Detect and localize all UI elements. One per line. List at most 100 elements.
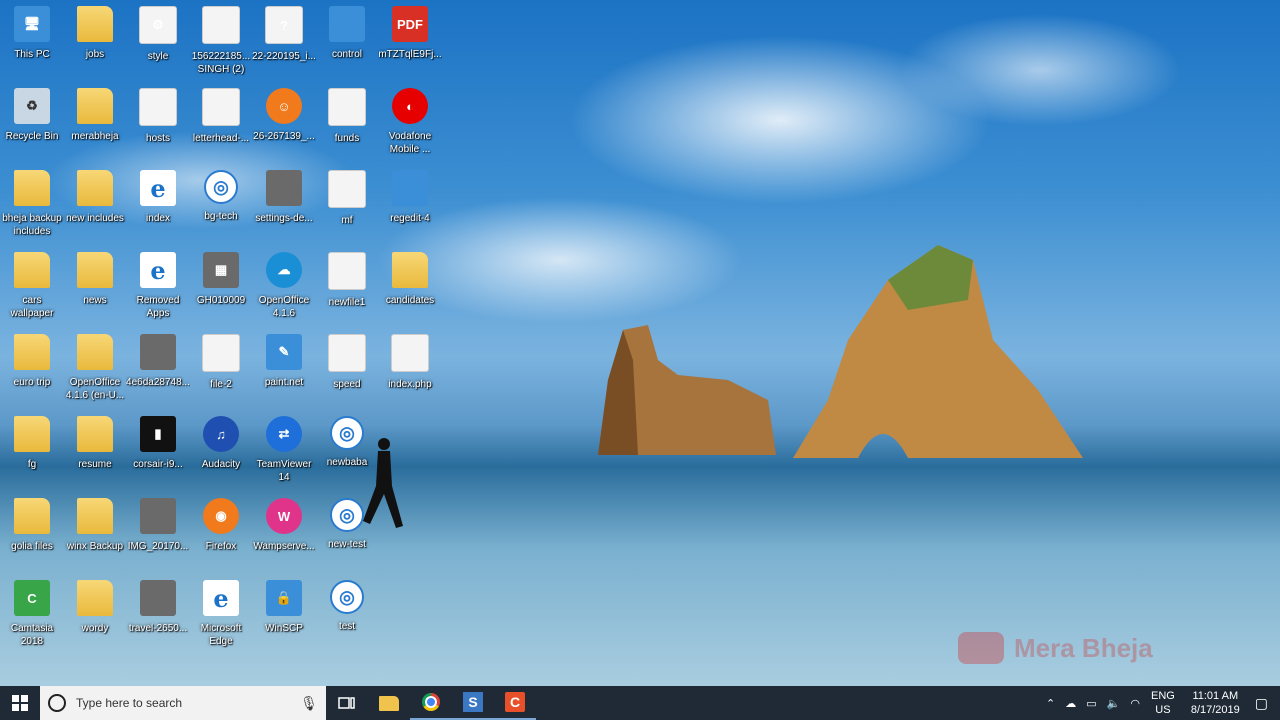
show-hidden-icons-icon[interactable]: ⌃ [1046,697,1055,710]
desktop-icon[interactable]: ◎ newbaba [315,412,379,494]
desktop-icon[interactable]: settings-de... [252,166,316,248]
bg-icon: ◎ [330,416,364,450]
desktop-icon[interactable]: ⚙ style [126,2,190,84]
desktop-icon[interactable]: e index [126,166,190,248]
desktop-icon-label: index [146,213,170,224]
desktop-icon-label: winx Backup [66,541,124,552]
language-indicator[interactable]: ENG US [1151,689,1175,717]
wifi-icon[interactable]: ◠ [1130,697,1140,710]
desktop-icon[interactable]: 4e6da28748... [126,330,190,412]
desktop-icon[interactable]: jobs [63,2,127,84]
desktop-icon[interactable]: funds [315,84,379,166]
folder-icon [14,498,50,534]
desktop-icon[interactable]: ◎ new-test [315,494,379,576]
desktop-icon[interactable]: control [315,2,379,84]
desktop-icon[interactable]: newfile1 [315,248,379,330]
desktop-icon[interactable]: cars wallpaper [0,248,64,330]
task-view-button[interactable] [326,686,368,720]
desktop-icon-label: cars wallpaper [10,295,54,319]
desktop-icon[interactable]: letterhead-... [189,84,253,166]
desktop-icon[interactable]: index.php [378,330,442,412]
desktop-icon-label: Firefox [205,541,237,552]
desktop-icon[interactable]: speed [315,330,379,412]
ie-icon: e [203,580,239,616]
rock-right [793,245,1083,458]
windows-icon [12,695,28,711]
onedrive-icon[interactable]: ☁ [1065,697,1076,710]
desktop-icon[interactable]: ? 22-220195_i... [252,2,316,84]
desktop-icon[interactable]: W Wampserve... [252,494,316,576]
desktop-icon[interactable]: ✎ paint.net [252,330,316,412]
desktop-icon[interactable]: hosts [126,84,190,166]
desktop-icon[interactable]: C Camtasia 2018 [0,576,64,658]
desktop-icon[interactable]: IMG_20170... [126,494,190,576]
tv-icon: ⇄ [266,416,302,452]
desktop-icon[interactable]: 🖥 This PC [0,2,64,84]
desktop-icon[interactable]: news [63,248,127,330]
desktop-icon-label: paint.net [264,377,304,388]
desktop-icon[interactable]: 🔒 WinSCP [252,576,316,658]
desktop-icon[interactable]: ⇄ TeamViewer 14 [252,412,316,494]
desktop-icon-label: Removed Apps [136,295,180,319]
phone-icon: ▮ [140,416,176,452]
language-code: ENG [1150,690,1175,702]
folder-icon [77,88,113,124]
desktop-icon[interactable]: ♫ Audacity [189,412,253,494]
desktop-icon[interactable]: regedit-4 [378,166,442,248]
volume-icon[interactable]: 🔈 [1107,697,1121,710]
desktop-icon[interactable]: ◎ test [315,576,379,658]
ie-icon: e [140,170,176,206]
app-s-button[interactable]: S [452,686,494,720]
desktop-icon-label: newfile1 [328,297,366,308]
desktop[interactable]: 🖥 This PC jobs ⚙ style 156222185... SINGH (2)… [0,0,1280,686]
desktop-icon[interactable]: file-2 [189,330,253,412]
camtasia-icon: C [505,692,525,712]
chrome-button[interactable] [410,686,452,720]
desktop-icon[interactable]: winx Backup [63,494,127,576]
desktop-icon[interactable]: ◐ Vodafone Mobile ... [378,84,442,166]
desktop-icon-label: Recycle Bin [5,131,59,142]
file-explorer-button[interactable] [368,686,410,720]
action-center-icon[interactable]: ▢ [1255,695,1268,712]
desktop-icon[interactable]: PDF mTZTqlE9Fj... [378,2,442,84]
desktop-icon[interactable]: bheja backup includes [0,166,64,248]
desktop-icon[interactable]: euro trip [0,330,64,412]
desktop-icon[interactable]: candidates [378,248,442,330]
desktop-icon[interactable]: ☁ OpenOffice 4.1.6 [252,248,316,330]
battery-icon[interactable]: ▭ [1086,697,1096,710]
desktop-icon[interactable]: resume [63,412,127,494]
sys-icon: ✎ [266,334,302,370]
desktop-icon[interactable]: ▦ GH010009 [189,248,253,330]
desktop-icon[interactable]: e Microsoft Edge [189,576,253,658]
desktop-icon[interactable]: ▮ corsair-i9... [126,412,190,494]
desktop-icon[interactable]: mf [315,166,379,248]
desktop-icon[interactable]: fg [0,412,64,494]
desktop-icon[interactable]: golia files [0,494,64,576]
desktop-icon[interactable]: merabheja [63,84,127,166]
desktop-icon[interactable]: new includes [63,166,127,248]
microphone-icon[interactable]: 🎙 [300,693,318,713]
start-button[interactable] [0,686,40,720]
img-icon: ▦ [203,252,239,288]
camtasia-button[interactable]: C [494,686,536,720]
desktop-icon-label: funds [334,133,360,144]
bg-icon: ◎ [204,170,238,204]
search-box[interactable]: Type here to search 🎙 [40,686,326,720]
desktop-icon-label: GH010009 [196,295,246,306]
desktop-icon[interactable]: ☺ 26-267139_... [252,84,316,166]
desktop-icon-label: control [331,49,362,60]
cortana-icon [48,694,66,712]
clock[interactable]: 11:01 AM 8/17/2019 [1191,689,1240,717]
folder-icon [392,252,428,288]
folder-icon [77,170,113,206]
desktop-icon[interactable]: ◉ Firefox [189,494,253,576]
desktop-icon[interactable]: wordy [63,576,127,658]
desktop-icon[interactable]: e Removed Apps [126,248,190,330]
desktop-icon[interactable]: ♻ Recycle Bin [0,84,64,166]
desktop-icon[interactable]: ◎ bg-tech [189,166,253,248]
desktop-icon[interactable]: OpenOffice 4.1.6 (en-U... [63,330,127,412]
desktop-icon[interactable]: 156222185... SINGH (2) [189,2,253,84]
system-tray: ⌃ ☁ ▭ 🔈 ◠ ENG US 11:01 AM 8/17/2019 ▢ [1041,686,1280,720]
doc-icon [202,6,240,44]
desktop-icon[interactable]: travel-2650... [126,576,190,658]
